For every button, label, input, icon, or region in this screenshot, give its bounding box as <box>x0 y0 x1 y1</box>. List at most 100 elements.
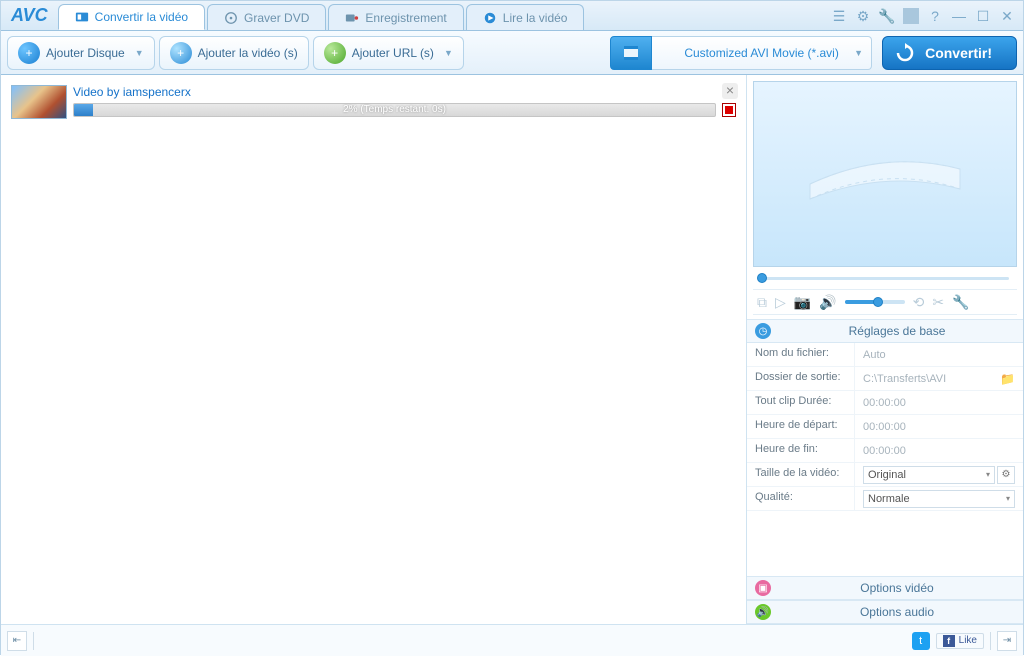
maximize-icon[interactable]: ☐ <box>975 8 991 24</box>
volume-slider[interactable] <box>845 300 905 304</box>
size-config-button[interactable]: ⚙ <box>997 466 1015 484</box>
wrench-icon[interactable]: 🔧 <box>879 8 895 24</box>
remove-item-button[interactable]: × <box>722 83 738 99</box>
tab-record[interactable]: Enregistrement <box>328 4 463 30</box>
filename-label: Nom du fichier: <box>747 343 855 366</box>
chevron-down-icon: ▼ <box>135 48 144 58</box>
video-options-header[interactable]: ▣ Options vidéo <box>747 576 1023 600</box>
profile-label: Customized AVI Movie (*.avi) <box>684 46 839 60</box>
help-icon[interactable]: ? <box>927 8 943 24</box>
video-thumbnail <box>11 85 67 119</box>
side-panel: ⧉ ▷ 📷 🔊 ⟲ ✂ 🔧 ◷ Réglages de base Nom du … <box>747 75 1023 624</box>
refresh-icon <box>895 43 915 63</box>
quality-select[interactable]: Normale▾ <box>863 490 1015 508</box>
record-icon <box>345 11 359 25</box>
outdir-value[interactable]: C:\Transferts\AVI 📁 <box>855 367 1023 390</box>
video-plus-icon: + <box>170 42 192 64</box>
status-bar: ⇤ t f Like ⇥ <box>1 624 1023 656</box>
close-icon[interactable]: ✕ <box>999 8 1015 24</box>
size-label: Taille de la vidéo: <box>747 463 855 486</box>
start-label: Heure de départ: <box>747 415 855 438</box>
settings-icon[interactable]: 🔧 <box>952 294 969 311</box>
chevron-down-icon: ▾ <box>986 470 990 479</box>
collapse-left-button[interactable]: ⇤ <box>7 631 27 651</box>
play-control-icon[interactable]: ▷ <box>775 294 786 311</box>
snapshot-icon[interactable]: 📷 <box>794 294 811 311</box>
setting-end: Heure de fin: 00:00:00 <box>747 439 1023 463</box>
list-icon[interactable]: ☰ <box>831 8 847 24</box>
expand-right-button[interactable]: ⇥ <box>997 631 1017 651</box>
video-title: Video by iamspencerx <box>73 85 736 99</box>
duration-label: Tout clip Durée: <box>747 391 855 414</box>
tab-convert[interactable]: Convertir la vidéo <box>58 4 205 30</box>
start-value[interactable]: 00:00:00 <box>855 415 1023 438</box>
globe-icon: ◷ <box>755 323 771 339</box>
duration-value: 00:00:00 <box>855 391 1023 414</box>
outdir-label: Dossier de sortie: <box>747 367 855 390</box>
globe-plus-icon: + <box>324 42 346 64</box>
separator <box>903 8 919 24</box>
disc-icon <box>224 11 238 25</box>
tab-play[interactable]: Lire la vidéo <box>466 4 585 30</box>
player-controls: ⧉ ▷ 📷 🔊 ⟲ ✂ 🔧 <box>753 289 1017 315</box>
volume-thumb[interactable] <box>873 297 883 307</box>
crop-icon[interactable]: ✂ <box>932 294 944 311</box>
video-item[interactable]: Video by iamspencerx 2% (Temps restant: … <box>7 81 740 123</box>
quality-label: Qualité: <box>747 487 855 510</box>
end-label: Heure de fin: <box>747 439 855 462</box>
output-profile-selector[interactable]: Customized AVI Movie (*.avi) ▼ <box>610 36 872 70</box>
folder-icon[interactable]: 📁 <box>1000 372 1015 386</box>
setting-outdir: Dossier de sortie: C:\Transferts\AVI 📁 <box>747 367 1023 391</box>
video-options-title: Options vidéo <box>779 581 1015 595</box>
add-url-label: Ajouter URL (s) <box>352 46 434 60</box>
prev-frame-icon[interactable]: ⧉ <box>757 294 767 311</box>
audio-options-header[interactable]: 🔊 Options audio <box>747 600 1023 624</box>
minimize-icon[interactable]: — <box>951 8 967 24</box>
base-settings-body: Nom du fichier: Auto Dossier de sortie: … <box>747 343 1023 511</box>
setting-quality: Qualité: Normale▾ <box>747 487 1023 511</box>
separator <box>990 632 991 650</box>
preview-pane <box>753 81 1017 267</box>
volume-fill <box>845 300 875 304</box>
progress-text: 2% (Temps restant: 0s) <box>74 104 715 116</box>
title-bar: AVC Convertir la vidéo Graver DVD Enregi… <box>1 1 1023 31</box>
chevron-down-icon: ▾ <box>1006 494 1010 503</box>
convert-button[interactable]: Convertir! <box>882 36 1017 70</box>
convert-label: Convertir! <box>925 45 992 61</box>
filename-value[interactable]: Auto <box>855 343 1023 366</box>
tab-convert-label: Convertir la vidéo <box>95 10 188 24</box>
audio-options-title: Options audio <box>779 605 1015 619</box>
preview-timeline[interactable] <box>753 271 1017 285</box>
add-url-button[interactable]: + Ajouter URL (s) ▼ <box>313 36 464 70</box>
rotate-icon[interactable]: ⟲ <box>913 294 925 311</box>
volume-icon[interactable]: 🔊 <box>819 294 836 311</box>
tab-play-label: Lire la vidéo <box>503 11 568 25</box>
video-list: Video by iamspencerx 2% (Temps restant: … <box>1 75 747 624</box>
base-settings-header[interactable]: ◷ Réglages de base <box>747 319 1023 343</box>
size-value-cell: Original▾ ⚙ <box>855 463 1023 486</box>
twitter-button[interactable]: t <box>912 632 930 650</box>
stop-button[interactable] <box>722 103 736 117</box>
video-options-icon: ▣ <box>755 580 771 596</box>
setting-start: Heure de départ: 00:00:00 <box>747 415 1023 439</box>
add-video-button[interactable]: + Ajouter la vidéo (s) <box>159 36 309 70</box>
separator <box>33 632 34 650</box>
tab-record-label: Enregistrement <box>365 11 446 25</box>
timeline-track <box>761 277 1009 280</box>
tab-burn-label: Graver DVD <box>244 11 309 25</box>
outdir-path: C:\Transferts\AVI <box>863 373 946 385</box>
app-logo: AVC <box>1 5 58 30</box>
disc-plus-icon: + <box>18 42 40 64</box>
gear-icon[interactable]: ⚙ <box>855 8 871 24</box>
quality-value-cell: Normale▾ <box>855 487 1023 510</box>
facebook-like-button[interactable]: f Like <box>936 633 984 649</box>
timeline-thumb[interactable] <box>757 273 767 283</box>
tab-burn[interactable]: Graver DVD <box>207 4 326 30</box>
add-video-label: Ajouter la vidéo (s) <box>198 46 298 60</box>
base-settings-title: Réglages de base <box>779 324 1015 338</box>
main-area: Video by iamspencerx 2% (Temps restant: … <box>1 75 1023 624</box>
size-select[interactable]: Original▾ <box>863 466 995 484</box>
setting-filename: Nom du fichier: Auto <box>747 343 1023 367</box>
end-value[interactable]: 00:00:00 <box>855 439 1023 462</box>
add-disc-button[interactable]: + Ajouter Disque ▼ <box>7 36 155 70</box>
